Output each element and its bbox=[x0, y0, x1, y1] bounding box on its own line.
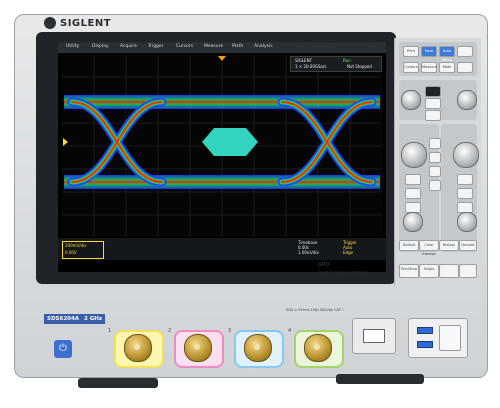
auto-setup-button[interactable]: Auto Setup bbox=[439, 46, 455, 62]
ch1-info-box[interactable]: 200mV/div 0.00V bbox=[62, 241, 104, 259]
usb-port-2[interactable] bbox=[417, 341, 433, 348]
info-bar: 200mV/div 0.00V Timebase 0.00s 1.00ns/di… bbox=[58, 238, 386, 260]
status-run: Run bbox=[343, 58, 351, 63]
channel-level-marker-icon bbox=[63, 138, 68, 146]
trigger-type: Edge bbox=[343, 250, 354, 255]
auto-button[interactable] bbox=[439, 264, 459, 278]
power-icon: ⏻ bbox=[59, 343, 67, 354]
usb-port-1[interactable] bbox=[417, 327, 433, 334]
eye-diagram bbox=[62, 55, 382, 237]
roll-button[interactable] bbox=[457, 174, 473, 185]
ref-button[interactable] bbox=[457, 62, 473, 73]
acquisition-status: SIGLENT 1 × 20.00GSa/s Run Not Stopped bbox=[290, 56, 382, 72]
spo-caption: Super Phosphor Oscilloscope bbox=[318, 270, 369, 274]
clear-sweeps-button[interactable]: Clear Sweeps bbox=[419, 240, 439, 256]
cursors-button[interactable]: Cursors bbox=[403, 62, 419, 73]
ch1-offset: 0.00V bbox=[65, 250, 77, 255]
ch1-scale: 200mV/div bbox=[65, 243, 87, 248]
menu-button[interactable] bbox=[459, 264, 477, 278]
menu-item-math[interactable]: Math bbox=[232, 44, 243, 49]
ch1-number: 1 bbox=[108, 328, 112, 334]
help-button[interactable] bbox=[457, 46, 473, 57]
math-vertical-button[interactable] bbox=[405, 174, 421, 185]
ch3-number: 3 bbox=[228, 328, 232, 334]
eye-mask bbox=[202, 128, 258, 156]
ch3-bnc-pin bbox=[254, 344, 260, 350]
menu-item-trigger[interactable]: Trigger bbox=[148, 44, 164, 49]
waveform-plot[interactable] bbox=[62, 55, 382, 237]
ch1-button[interactable] bbox=[429, 138, 441, 149]
math-button[interactable]: Math bbox=[439, 62, 455, 73]
model-name: SDS6204A bbox=[47, 316, 80, 322]
ch4-bnc-pin bbox=[314, 344, 320, 350]
trigger-box[interactable]: Trigger Auto Edge bbox=[343, 240, 357, 255]
brand-logo: SIGLENT bbox=[60, 18, 112, 29]
ref-vertical-button[interactable] bbox=[405, 188, 421, 199]
ch4-number: 4 bbox=[288, 328, 292, 334]
ch4-button[interactable] bbox=[429, 180, 441, 191]
run-stop-button[interactable]: Run/Stop bbox=[399, 264, 419, 278]
menu-item-analysis[interactable]: Analysis bbox=[254, 44, 273, 49]
ch2-bnc-pin bbox=[194, 344, 200, 350]
aux-port-panel bbox=[352, 318, 396, 354]
menu-item-acquire[interactable]: Acquire bbox=[120, 44, 137, 49]
eye-bottom-rail bbox=[64, 175, 380, 189]
input-rating-label: 50Ω ≤ 5Vrms 1MΩ 400Vpk CAT I bbox=[286, 308, 343, 312]
print-button[interactable]: Print bbox=[403, 46, 419, 57]
horizontal-scale-knob[interactable] bbox=[453, 142, 479, 168]
decode-button[interactable]: Decode bbox=[459, 240, 477, 251]
power-button[interactable]: ⏻ bbox=[54, 340, 72, 358]
spo-logo: SPO bbox=[318, 262, 330, 268]
siglent-logo-icon bbox=[44, 17, 56, 29]
trigger-marker-icon bbox=[218, 56, 226, 61]
left-foot bbox=[78, 378, 158, 388]
ch3-button[interactable] bbox=[429, 166, 441, 177]
eye-top-rail bbox=[64, 95, 380, 109]
search-button[interactable] bbox=[457, 188, 473, 199]
default-button[interactable]: Default bbox=[399, 240, 419, 251]
single-button[interactable]: Single bbox=[419, 264, 439, 278]
menu-item-measure[interactable]: Measure bbox=[204, 44, 223, 49]
ch2-number: 2 bbox=[168, 328, 172, 334]
usb-panel bbox=[408, 318, 468, 358]
menu-item-utility[interactable]: Utility bbox=[66, 44, 79, 49]
trigger-single-button[interactable] bbox=[425, 110, 441, 121]
menu-bar: Utility Display Acquire Trigger Cursors … bbox=[58, 42, 386, 53]
horizontal-position-knob[interactable] bbox=[457, 212, 477, 232]
status-brand: SIGLENT bbox=[295, 58, 313, 63]
bandwidth-label: 2 GHz bbox=[83, 316, 103, 322]
vertical-scale-knob[interactable] bbox=[401, 142, 427, 168]
history-button[interactable]: History bbox=[439, 240, 459, 251]
vertical-position-knob[interactable] bbox=[403, 212, 423, 232]
ch1-bnc-pin bbox=[134, 344, 140, 350]
probe-comp-terminal[interactable] bbox=[439, 325, 461, 351]
menu-item-display[interactable]: Display bbox=[92, 44, 109, 49]
status-sample-rate: 1 × 20.00GSa/s bbox=[295, 64, 327, 69]
measure-button[interactable]: Measure bbox=[421, 62, 437, 73]
ch2-button[interactable] bbox=[429, 152, 441, 163]
status-badge: Not Stopped bbox=[347, 64, 372, 69]
menu-item-cursors[interactable]: Cursors bbox=[176, 44, 193, 49]
universal-knob[interactable] bbox=[401, 90, 421, 110]
control-panel: Print Save Auto Setup Cursors Measure Ma… bbox=[394, 38, 481, 286]
right-foot bbox=[336, 374, 424, 384]
trigger-level-knob[interactable] bbox=[457, 90, 477, 110]
timebase-box[interactable]: Timebase 0.00s 1.00ns/div bbox=[298, 240, 319, 255]
save-button[interactable]: Save bbox=[421, 46, 437, 57]
trigger-auto-button[interactable] bbox=[425, 98, 441, 109]
timebase-scale: 1.00ns/div bbox=[298, 250, 319, 255]
trigger-setup-button[interactable] bbox=[425, 86, 441, 97]
aux-port[interactable] bbox=[363, 329, 385, 343]
model-badge: SDS6204A 2 GHz bbox=[44, 314, 106, 324]
